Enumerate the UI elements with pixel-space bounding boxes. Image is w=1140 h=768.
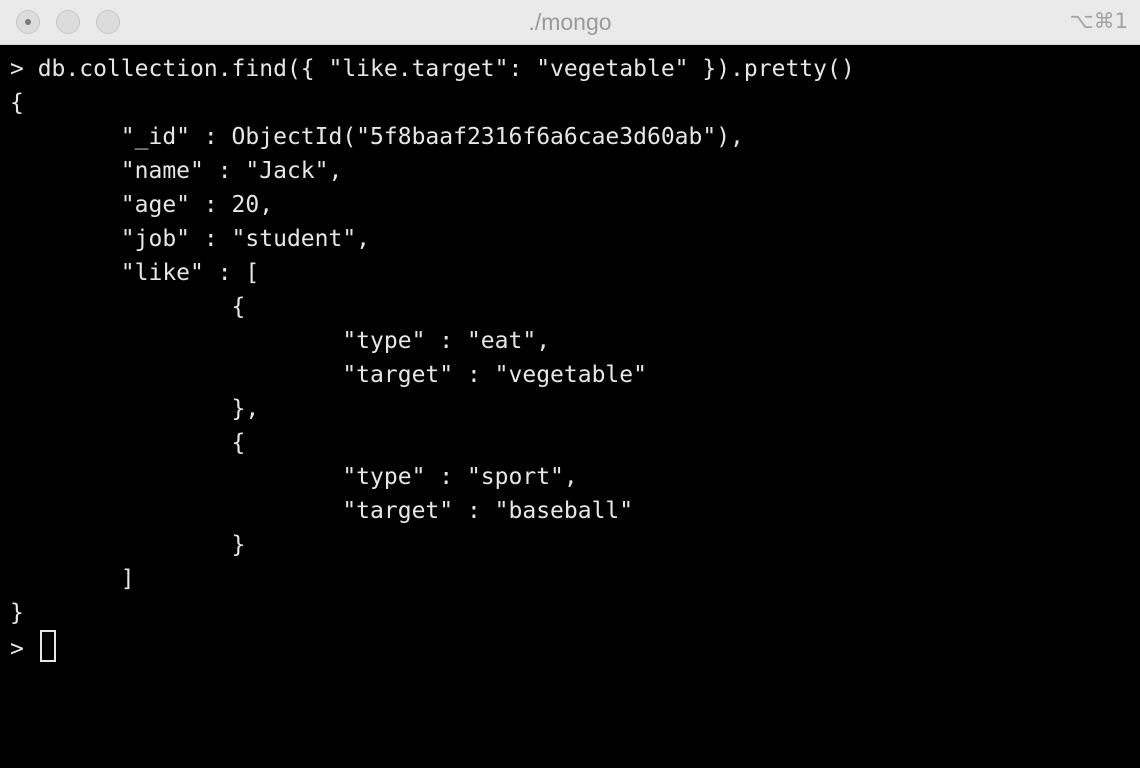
terminal-line: "job" : "student", <box>10 226 371 252</box>
terminal-line: "_id" : ObjectId("5f8baaf2316f6a6cae3d60… <box>10 124 744 150</box>
terminal-line: ] <box>10 566 135 592</box>
title-bar: ./mongo ⌥⌘1 <box>0 0 1140 45</box>
terminal-line: "target" : "vegetable" <box>10 362 647 388</box>
terminal-line: } <box>10 532 246 558</box>
terminal-line: }, <box>10 396 260 422</box>
terminal-window: ./mongo ⌥⌘1 > db.collection.find({ "like… <box>0 0 1140 768</box>
window-shortcut: ⌥⌘1 <box>1069 9 1128 33</box>
text-cursor <box>39 630 56 662</box>
terminal-line: { <box>10 294 246 320</box>
terminal-line: "like" : [ <box>10 260 260 286</box>
terminal-line: "type" : "eat", <box>10 328 551 354</box>
terminal-output[interactable]: > db.collection.find({ "like.target": "v… <box>10 52 1130 752</box>
window-title: ./mongo <box>528 9 612 35</box>
terminal-line: { <box>10 430 246 456</box>
shell-prompt: > <box>10 636 38 662</box>
terminal-line: "target" : "baseball" <box>10 498 634 524</box>
terminal-line: "type" : "sport", <box>10 464 578 490</box>
terminal-line: "name" : "Jack", <box>10 158 343 184</box>
terminal-line: { <box>10 90 24 116</box>
terminal-line: } <box>10 600 24 626</box>
terminal-line: "age" : 20, <box>10 192 274 218</box>
terminal-line: > db.collection.find({ "like.target": "v… <box>10 56 855 82</box>
prompt-line[interactable]: > <box>10 630 1130 664</box>
